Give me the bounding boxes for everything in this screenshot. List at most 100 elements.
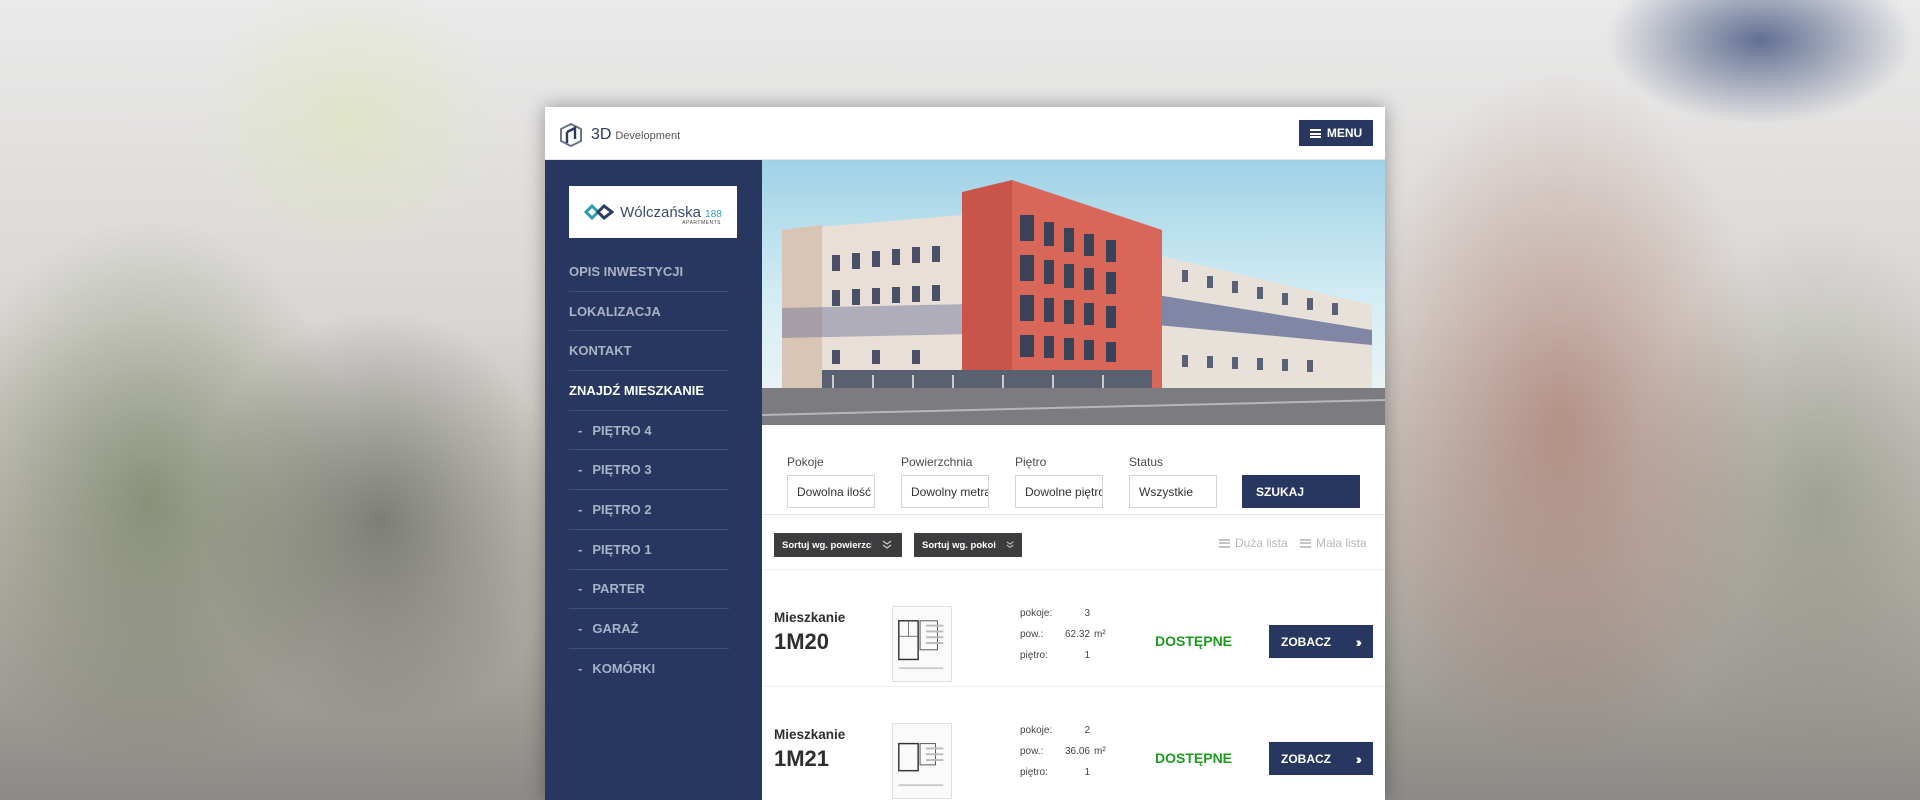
area-unit: m² [1094, 746, 1106, 757]
small-list-view-button[interactable]: Mała lista [1300, 536, 1367, 550]
view-button-label: ZOBACZ [1281, 751, 1331, 766]
rooms-key: pokoje: [1020, 725, 1053, 736]
brand-logo[interactable]: 3D Development [557, 121, 680, 149]
sort-by-area-dropdown[interactable]: Sortuj wg. powierzchni [774, 533, 902, 557]
brand-name: 3D Development [591, 126, 680, 144]
nav-item-label: PIĘTRO 2 [592, 501, 652, 517]
large-list-label: Duża lista [1235, 536, 1288, 550]
diamond-logo-icon [584, 203, 615, 221]
nav-dash: - [578, 501, 583, 517]
nav-item-label: ZNAJDŹ MIESZKANIE [569, 382, 705, 398]
floor-plan-thumbnail[interactable] [892, 723, 952, 799]
rooms-value: 2 [1084, 725, 1090, 736]
nav-item-lokalizacja[interactable]: LOKALIZACJA [569, 292, 729, 332]
nav-item-label: PIĘTRO 4 [592, 422, 652, 438]
double-chevron-right-icon: ›› [1355, 751, 1363, 767]
hamburger-icon [1309, 128, 1321, 138]
nav-item-pietro-1[interactable]: - PIĘTRO 1 [569, 530, 729, 570]
view-apartment-button[interactable]: ZOBACZ ›› [1269, 625, 1373, 658]
filter-status-label: Status [1129, 455, 1164, 469]
filter-floor: Piętro Dowolne piętro [1015, 455, 1103, 508]
sort-area-label: Sortuj wg. powierzchni [782, 539, 872, 551]
area-unit: m² [1094, 629, 1106, 640]
apartment-label: Mieszkanie [774, 727, 846, 742]
filter-area: Powierzchnia Dowolny metraż [901, 455, 989, 508]
nav-item-komorki[interactable]: - KOMÓRKI [569, 649, 729, 689]
floor-value: 1 [1084, 650, 1090, 661]
double-chevron-down-icon [882, 540, 892, 549]
filter-status: Status Wszystkie [1129, 455, 1217, 508]
filter-floor-label: Piętro [1015, 455, 1047, 469]
sort-bar: Sortuj wg. powierzchni Sortuj wg. pokoi … [762, 515, 1385, 570]
filter-rooms: Pokoje Dowolna ilość [787, 455, 875, 508]
nav-item-label: PIĘTRO 1 [592, 541, 652, 557]
investment-name: Wólczańska 188 [620, 204, 722, 221]
brand-sub: Development [615, 130, 681, 142]
investment-number: 188 [705, 208, 722, 220]
nav-item-pietro-3[interactable]: - PIĘTRO 3 [569, 450, 729, 491]
apartment-row: Mieszkanie 1M20 pokoje: 3 pow.: 62.32 m² pi… [762, 570, 1385, 687]
sort-by-rooms-dropdown[interactable]: Sortuj wg. pokoi [914, 533, 1022, 557]
investment-name-text: Wólczańska [620, 203, 701, 221]
area-value: 36.06 [1064, 746, 1090, 757]
view-button-label: ZOBACZ [1281, 634, 1331, 649]
brand-main: 3D [591, 126, 612, 143]
double-chevron-down-icon [1006, 541, 1014, 549]
nav-item-znajdz-mieszkanie[interactable]: ZNAJDŹ MIESZKANIE [569, 371, 729, 411]
investment-logo[interactable]: Wólczańska 188 APARTMENTS [569, 186, 737, 238]
availability-status: DOSTĘPNE [1155, 750, 1233, 766]
double-chevron-right-icon: ›› [1355, 634, 1363, 650]
sort-rooms-label: Sortuj wg. pokoi [922, 539, 996, 551]
apartment-code: 1M20 [774, 629, 830, 654]
top-bar: 3D Development MENU [545, 107, 1385, 160]
nav-item-garaz[interactable]: - GARAŻ [569, 609, 729, 649]
floor-value: 1 [1084, 767, 1090, 778]
nav-item-kontakt[interactable]: KONTAKT [569, 331, 729, 372]
apartment-stats: pokoje: 2 pow.: 36.06 m² piętro: 1 [1020, 725, 1106, 788]
building-rendering-image [762, 160, 1385, 425]
sidebar-nav: OPIS INWESTYCJI LOKALIZACJA KONTAKT ZNAJ… [569, 252, 729, 689]
large-list-icon [1219, 538, 1230, 548]
floor-key: piętro: [1020, 767, 1048, 778]
apartment-row: Mieszkanie 1M21 pokoje: 2 pow.: 36.06 m² pi… [762, 687, 1385, 800]
browser-window: 3D Development MENU Wólczańska 188 APART… [545, 107, 1385, 800]
floor-plan-thumbnail[interactable] [892, 606, 952, 682]
menu-button[interactable]: MENU [1299, 120, 1373, 146]
rooms-key: pokoje: [1020, 608, 1053, 619]
nav-item-parter[interactable]: - PARTER [569, 570, 729, 610]
nav-dash: - [578, 422, 583, 438]
nav-item-label: PIĘTRO 3 [592, 462, 652, 478]
floor-key: piętro: [1020, 650, 1048, 661]
status-select[interactable]: Wszystkie [1129, 475, 1217, 508]
view-apartment-button[interactable]: ZOBACZ ›› [1269, 742, 1373, 775]
nav-dash: - [578, 541, 583, 557]
nav-item-pietro-2[interactable]: - PIĘTRO 2 [569, 490, 729, 530]
area-key: pow.: [1020, 629, 1044, 640]
apartment-stats: pokoje: 3 pow.: 62.32 m² piętro: 1 [1020, 608, 1106, 671]
search-button[interactable]: SZUKAJ [1242, 475, 1360, 508]
nav-dash: - [578, 621, 583, 637]
nav-item-label: KOMÓRKI [592, 661, 656, 677]
area-select[interactable]: Dowolny metraż [901, 475, 989, 508]
rooms-select[interactable]: Dowolna ilość [787, 475, 875, 508]
nav-dash: - [578, 581, 583, 597]
search-filters: Pokoje Dowolna ilość Powierzchnia Dowoln… [762, 425, 1385, 515]
investment-sub: APARTMENTS [682, 220, 721, 226]
rooms-value: 3 [1084, 608, 1090, 619]
floor-select[interactable]: Dowolne piętro [1015, 475, 1103, 508]
large-list-view-button[interactable]: Duża lista [1219, 536, 1288, 550]
area-key: pow.: [1020, 746, 1044, 757]
nav-item-opis-inwestycji[interactable]: OPIS INWESTYCJI [569, 252, 729, 292]
small-list-icon [1300, 538, 1311, 548]
availability-status: DOSTĘPNE [1155, 633, 1233, 649]
area-value: 62.32 [1064, 629, 1090, 640]
nav-dash: - [578, 661, 583, 677]
cube-logo-icon [560, 122, 582, 148]
filter-area-label: Powierzchnia [901, 455, 973, 469]
building-illustration [762, 180, 1385, 425]
nav-item-label: LOKALIZACJA [569, 303, 661, 319]
nav-item-label: PARTER [592, 581, 645, 597]
nav-item-pietro-4[interactable]: - PIĘTRO 4 [569, 411, 729, 451]
filter-rooms-label: Pokoje [787, 455, 824, 469]
menu-label: MENU [1326, 126, 1363, 140]
